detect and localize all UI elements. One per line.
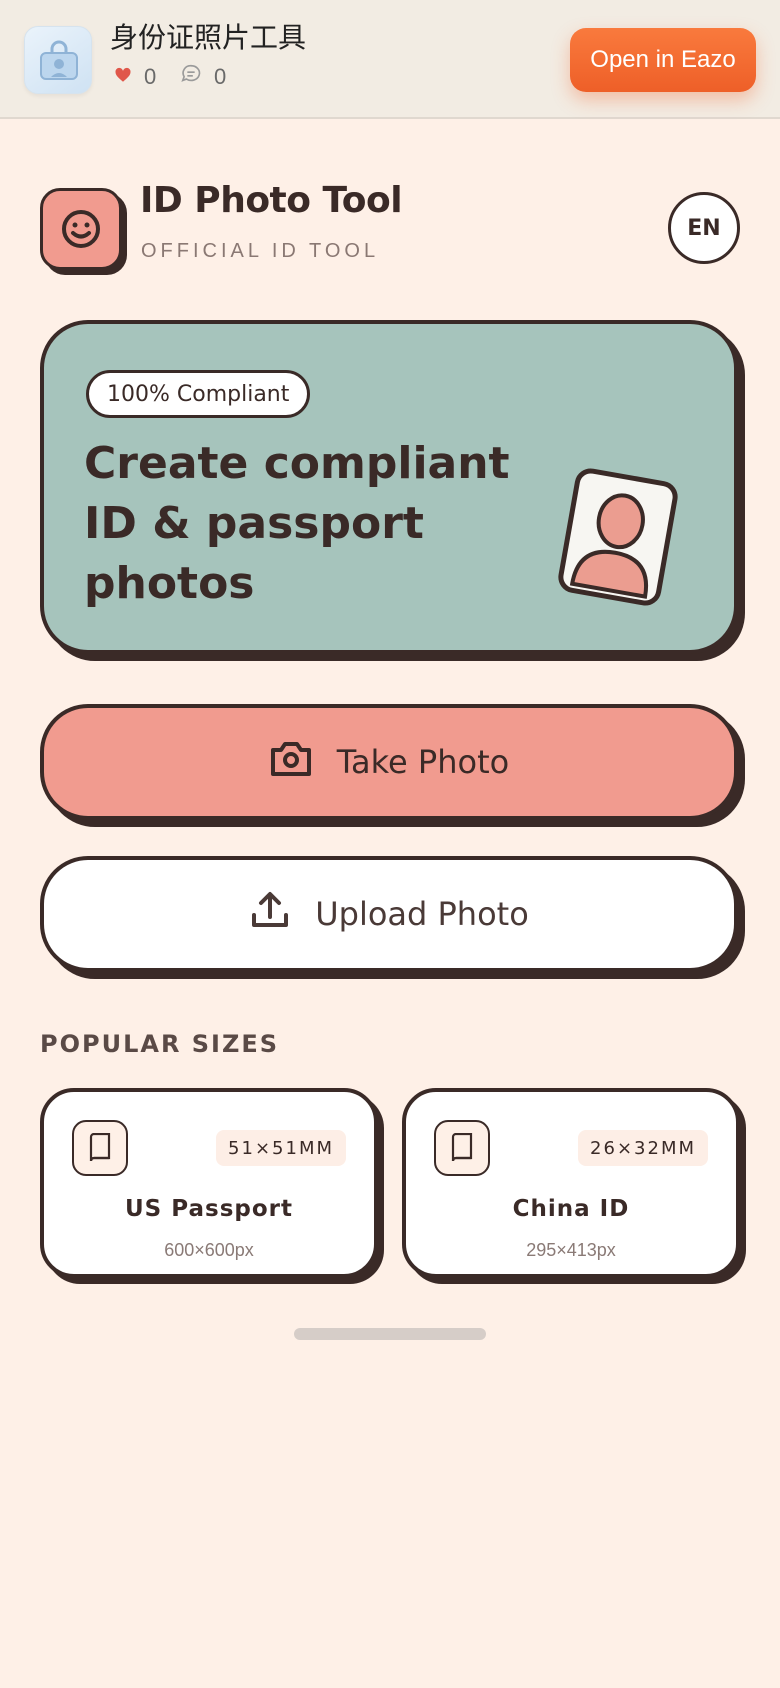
take-photo-button[interactable]: Take Photo xyxy=(40,704,738,820)
heart-icon xyxy=(114,64,132,90)
hero-headline: Create compliant ID & passport photos xyxy=(84,438,510,609)
book-icon xyxy=(434,1120,490,1176)
id-portrait-icon xyxy=(555,465,681,609)
size-pixels: 295×413px xyxy=(526,1240,616,1260)
hero-card: 100% Compliant Create compliant ID & pas… xyxy=(40,320,738,654)
popular-sizes-heading: POPULAR SIZES xyxy=(40,1030,280,1058)
size-dimensions: 51×51MM xyxy=(216,1130,346,1166)
upload-icon xyxy=(249,889,291,939)
home-indicator[interactable] xyxy=(294,1328,486,1340)
take-photo-label: Take Photo xyxy=(336,743,510,781)
size-pixels: 600×600px xyxy=(164,1240,254,1260)
comments-stat[interactable]: 0 xyxy=(180,64,226,90)
size-card-china-id[interactable]: 26×32MM China ID 295×413px xyxy=(402,1088,740,1278)
size-dimensions: 26×32MM xyxy=(578,1130,708,1166)
upload-photo-label: Upload Photo xyxy=(315,895,529,933)
comment-icon xyxy=(180,63,202,91)
comments-count: 0 xyxy=(214,64,227,89)
book-icon xyxy=(72,1120,128,1176)
page-subtitle: OFFICIAL ID TOOL xyxy=(141,240,380,262)
app-logo xyxy=(40,188,122,270)
page-title: ID Photo Tool xyxy=(140,180,403,221)
app-banner: 身份证照片工具 0 0 Open in Eazo xyxy=(0,0,780,119)
open-in-eazo-button[interactable]: Open in Eazo xyxy=(570,28,756,92)
app-icon xyxy=(24,26,92,94)
likes-stat[interactable]: 0 xyxy=(114,64,156,90)
likes-count: 0 xyxy=(144,64,157,89)
language-toggle-button[interactable]: EN xyxy=(668,192,740,264)
camera-icon xyxy=(269,738,313,786)
compliance-badge: 100% Compliant xyxy=(86,370,311,418)
smiley-icon xyxy=(62,210,100,248)
size-card-us-passport[interactable]: 51×51MM US Passport 600×600px xyxy=(40,1088,378,1278)
size-name: China ID xyxy=(512,1196,630,1222)
size-name: US Passport xyxy=(125,1196,293,1222)
app-title: 身份证照片工具 xyxy=(110,21,307,54)
upload-photo-button[interactable]: Upload Photo xyxy=(40,856,738,972)
